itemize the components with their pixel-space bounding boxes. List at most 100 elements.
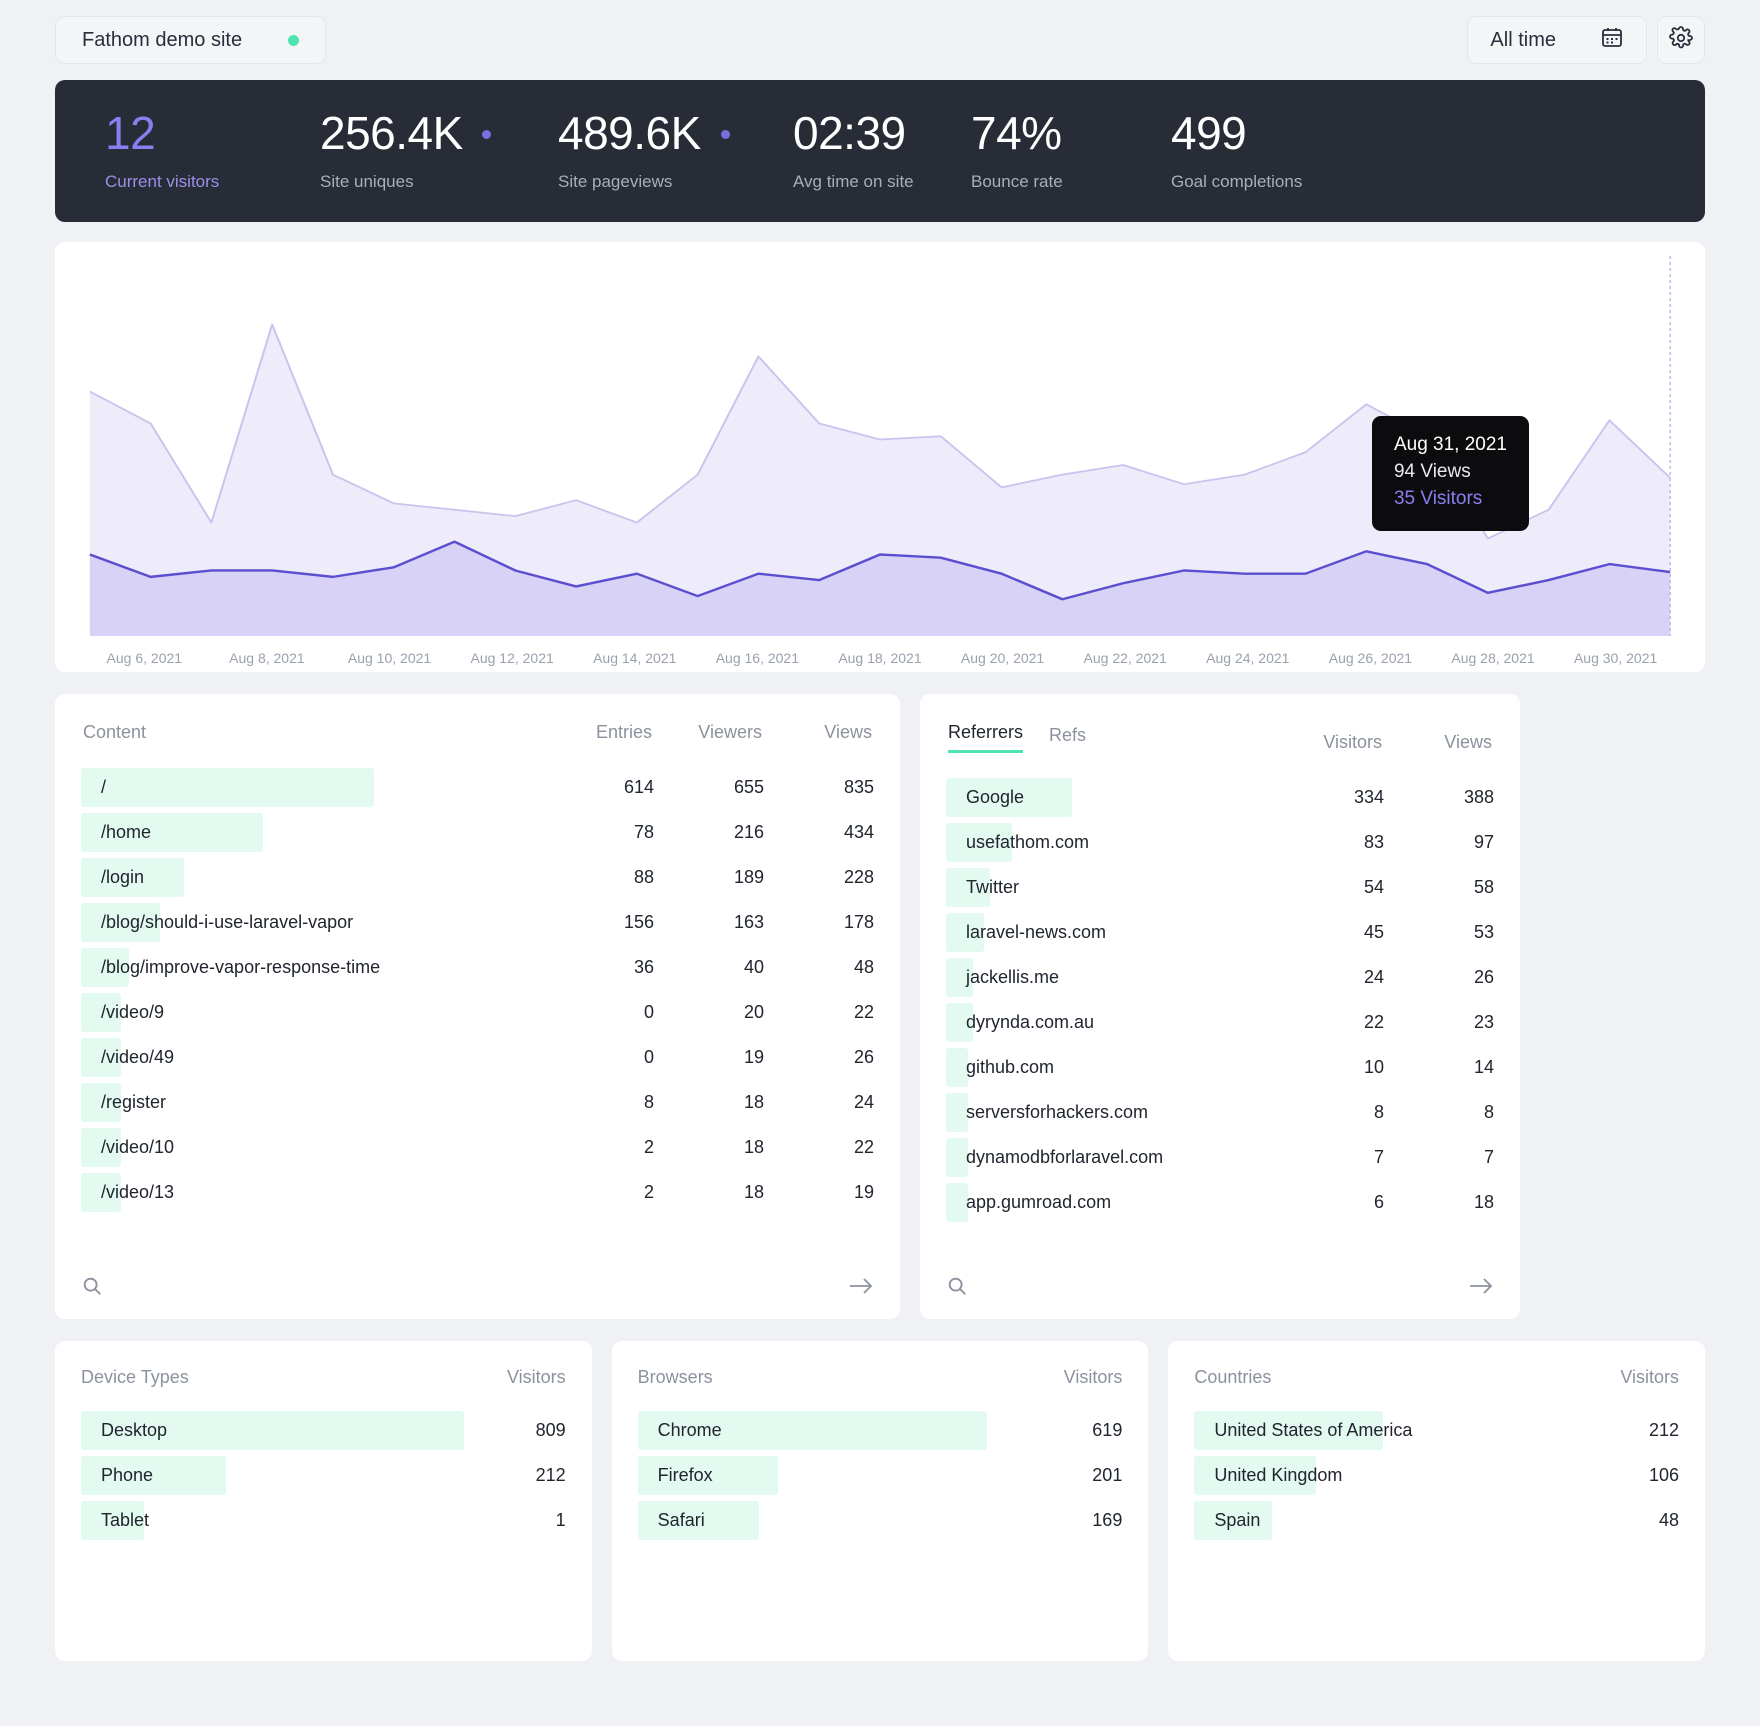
tab-referrers[interactable]: Referrers	[948, 722, 1023, 753]
row-views: 228	[764, 867, 874, 888]
row-label: jackellis.me	[946, 967, 1274, 988]
x-axis-tick: Aug 22, 2021	[1064, 650, 1187, 666]
stat-separator-dot	[721, 130, 730, 139]
dashboard-page: Fathom demo site All time	[0, 0, 1760, 1726]
row-visitors: 169	[1032, 1510, 1122, 1531]
row-visitors: 809	[476, 1420, 566, 1441]
row-views: 19	[764, 1182, 874, 1203]
row-views: 97	[1384, 832, 1494, 853]
search-icon[interactable]	[946, 1275, 968, 1297]
search-icon[interactable]	[81, 1275, 103, 1297]
row-visitors: 1	[476, 1510, 566, 1531]
x-axis-tick: Aug 18, 2021	[819, 650, 942, 666]
row-entries: 614	[544, 777, 654, 798]
table-row[interactable]: /blog/should-i-use-laravel-vapor15616317…	[81, 900, 874, 945]
tab-refs[interactable]: Refs	[1049, 725, 1086, 753]
table-row[interactable]: Safari169	[638, 1498, 1123, 1543]
x-axis-tick: Aug 26, 2021	[1309, 650, 1432, 666]
row-visitors: 24	[1274, 967, 1384, 988]
row-viewers: 18	[654, 1137, 764, 1158]
table-row[interactable]: /register81824	[81, 1080, 874, 1125]
settings-button[interactable]	[1657, 16, 1705, 64]
x-axis-tick: Aug 24, 2021	[1186, 650, 1309, 666]
row-views: 8	[1384, 1102, 1494, 1123]
table-row[interactable]: Firefox201	[638, 1453, 1123, 1498]
arrow-right-icon[interactable]	[1468, 1276, 1494, 1296]
table-row[interactable]: /video/1021822	[81, 1125, 874, 1170]
table-row[interactable]: Google334388	[946, 775, 1494, 820]
row-label: /video/10	[81, 1137, 544, 1158]
stat-value: 12	[105, 110, 320, 156]
referrers-panel-footer	[946, 1275, 1494, 1297]
referrers-header-views: Views	[1382, 732, 1492, 753]
table-row[interactable]: dynamodbforlaravel.com77	[946, 1135, 1494, 1180]
table-row[interactable]: Tablet1	[81, 1498, 566, 1543]
table-row[interactable]: United Kingdom106	[1194, 1453, 1679, 1498]
table-row[interactable]: Chrome619	[638, 1408, 1123, 1453]
table-row[interactable]: /blog/improve-vapor-response-time364048	[81, 945, 874, 990]
row-views: 434	[764, 822, 874, 843]
x-axis-tick: Aug 14, 2021	[573, 650, 696, 666]
table-row[interactable]: usefathom.com8397	[946, 820, 1494, 865]
row-entries: 88	[544, 867, 654, 888]
row-views: 388	[1384, 787, 1494, 808]
row-visitors: 45	[1274, 922, 1384, 943]
content-table-header: Content Entries Viewers Views	[81, 722, 874, 765]
row-label: /blog/should-i-use-laravel-vapor	[81, 912, 544, 933]
stats-bar: 12 Current visitors 256.4K Site uniques …	[55, 80, 1705, 222]
row-views: 22	[764, 1137, 874, 1158]
referrers-panel: Referrers Refs Visitors Views Google3343…	[920, 694, 1520, 1319]
referrers-table-body: Google334388usefathom.com8397Twitter5458…	[946, 775, 1494, 1225]
row-viewers: 20	[654, 1002, 764, 1023]
site-name: Fathom demo site	[82, 29, 242, 52]
row-visitors: 7	[1274, 1147, 1384, 1168]
date-range-label: All time	[1490, 29, 1556, 52]
row-views: 26	[1384, 967, 1494, 988]
x-axis-tick: Aug 30, 2021	[1554, 650, 1677, 666]
row-label: Tablet	[81, 1510, 476, 1531]
table-row[interactable]: dyrynda.com.au2223	[946, 1000, 1494, 1045]
table-row[interactable]: jackellis.me2426	[946, 955, 1494, 1000]
table-row[interactable]: /home78216434	[81, 810, 874, 855]
table-row[interactable]: serversforhackers.com88	[946, 1090, 1494, 1135]
browser-header-name: Browsers	[638, 1367, 1033, 1388]
chart-plot-area[interactable]: Aug 31, 2021 94 Views 35 Visitors	[83, 256, 1677, 636]
date-range-button[interactable]: All time	[1467, 16, 1647, 64]
countries-panel: Countries Visitors United States of Amer…	[1168, 1341, 1705, 1661]
calendar-icon	[1600, 25, 1624, 55]
x-axis-tick: Aug 8, 2021	[206, 650, 329, 666]
row-viewers: 18	[654, 1182, 764, 1203]
row-label: Twitter	[946, 877, 1274, 898]
content-table-body: /614655835/home78216434/login88189228/bl…	[81, 765, 874, 1215]
row-viewers: 18	[654, 1092, 764, 1113]
row-viewers: 189	[654, 867, 764, 888]
site-selector[interactable]: Fathom demo site	[55, 16, 326, 64]
browser-table-body: Chrome619Firefox201Safari169	[638, 1408, 1123, 1543]
row-visitors: 334	[1274, 787, 1384, 808]
row-label: /	[81, 777, 544, 798]
table-row[interactable]: laravel-news.com4553	[946, 910, 1494, 955]
tooltip-date: Aug 31, 2021	[1394, 432, 1507, 459]
table-row[interactable]: /614655835	[81, 765, 874, 810]
row-label: Phone	[81, 1465, 476, 1486]
table-row[interactable]: app.gumroad.com618	[946, 1180, 1494, 1225]
row-label: dynamodbforlaravel.com	[946, 1147, 1274, 1168]
country-table-body: United States of America212United Kingdo…	[1194, 1408, 1679, 1543]
row-views: 23	[1384, 1012, 1494, 1033]
row-entries: 0	[544, 1002, 654, 1023]
table-row[interactable]: /video/902022	[81, 990, 874, 1035]
browsers-panel: Browsers Visitors Chrome619Firefox201Saf…	[612, 1341, 1149, 1661]
table-row[interactable]: github.com1014	[946, 1045, 1494, 1090]
table-row[interactable]: /video/4901926	[81, 1035, 874, 1080]
x-axis-tick: Aug 20, 2021	[941, 650, 1064, 666]
table-row[interactable]: Desktop809	[81, 1408, 566, 1453]
device-types-panel: Device Types Visitors Desktop809Phone212…	[55, 1341, 592, 1661]
table-row[interactable]: Phone212	[81, 1453, 566, 1498]
table-row[interactable]: /video/1321819	[81, 1170, 874, 1215]
table-row[interactable]: United States of America212	[1194, 1408, 1679, 1453]
table-row[interactable]: /login88189228	[81, 855, 874, 900]
stat-avg-time-on-site: 02:39 Avg time on site	[793, 110, 971, 192]
table-row[interactable]: Twitter5458	[946, 865, 1494, 910]
arrow-right-icon[interactable]	[848, 1276, 874, 1296]
table-row[interactable]: Spain48	[1194, 1498, 1679, 1543]
